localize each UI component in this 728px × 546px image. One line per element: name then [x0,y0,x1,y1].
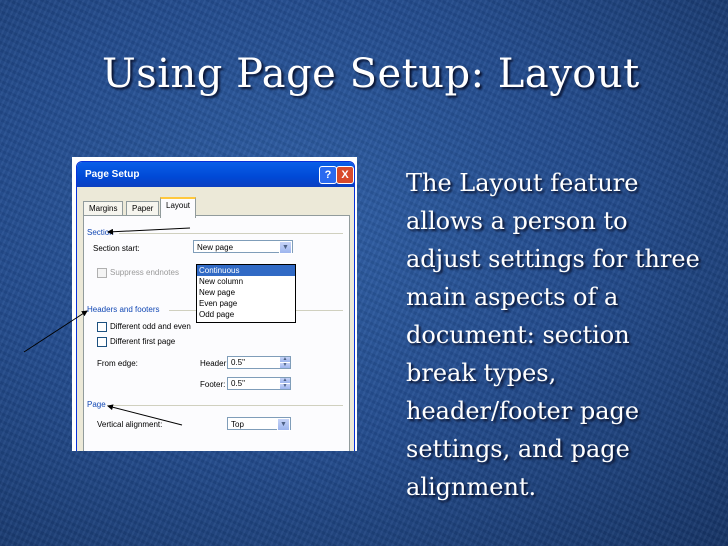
section-group-label: Section [87,228,114,237]
different-first-page-label: Different first page [110,337,176,346]
different-odd-even-checkbox[interactable] [97,322,107,332]
slide-body-text: The Layout feature allows a person to ad… [406,169,700,501]
option-new-page[interactable]: New page [197,287,295,298]
option-odd-page[interactable]: Odd page [197,309,295,320]
option-new-column[interactable]: New column [197,276,295,287]
spin-down-icon[interactable]: ▼ [280,384,290,389]
help-button[interactable]: ? [319,166,337,184]
tab-paper[interactable]: Paper [126,201,160,216]
tab-layout[interactable]: Layout [160,197,197,218]
section-start-value: New page [197,243,234,252]
page-divider [107,405,343,406]
chevron-down-icon[interactable]: ▼ [279,241,292,254]
suppress-endnotes-checkbox[interactable] [97,268,107,278]
footer-distance-value: 0.5" [231,379,245,388]
section-start-select[interactable]: New page ▼ [193,240,293,254]
vertical-alignment-select[interactable]: Top ▼ [227,417,291,431]
option-even-page[interactable]: Even page [197,298,295,309]
section-divider [119,233,343,234]
dialog-title: Page Setup [85,169,140,180]
different-odd-even-label: Different odd and even [110,322,191,331]
section-start-dropdown-list[interactable]: Continuous New column New page Even page… [196,264,296,323]
vertical-alignment-label: Vertical alignment: [97,420,163,429]
footer-label: Footer: [200,380,226,389]
page-setup-screenshot: Page Setup ? X Margins Paper Layout Sect… [72,157,357,451]
header-distance-value: 0.5" [231,358,245,367]
headers-footers-group-label: Headers and footers [87,305,160,314]
vertical-alignment-value: Top [231,420,244,429]
dialog-titlebar[interactable]: Page Setup ? X [77,162,354,187]
close-button[interactable]: X [336,166,354,184]
option-continuous[interactable]: Continuous [197,265,295,276]
slide-title: Using Page Setup: Layout [102,51,640,97]
chevron-down-icon[interactable]: ▼ [277,418,290,431]
header-distance-input[interactable]: 0.5" ▲ ▼ [227,356,291,369]
tab-margins[interactable]: Margins [83,201,124,216]
page-setup-dialog: Page Setup ? X Margins Paper Layout Sect… [76,161,355,451]
footer-distance-input[interactable]: 0.5" ▲ ▼ [227,377,291,390]
section-start-label: Section start: [93,244,140,253]
suppress-endnotes-label: Suppress endnotes [110,268,179,277]
page-group-label: Page [87,400,106,409]
different-first-page-checkbox[interactable] [97,337,107,347]
from-edge-label: From edge: [97,359,138,368]
header-label: Header: [200,359,229,368]
spin-down-icon[interactable]: ▼ [280,363,290,368]
